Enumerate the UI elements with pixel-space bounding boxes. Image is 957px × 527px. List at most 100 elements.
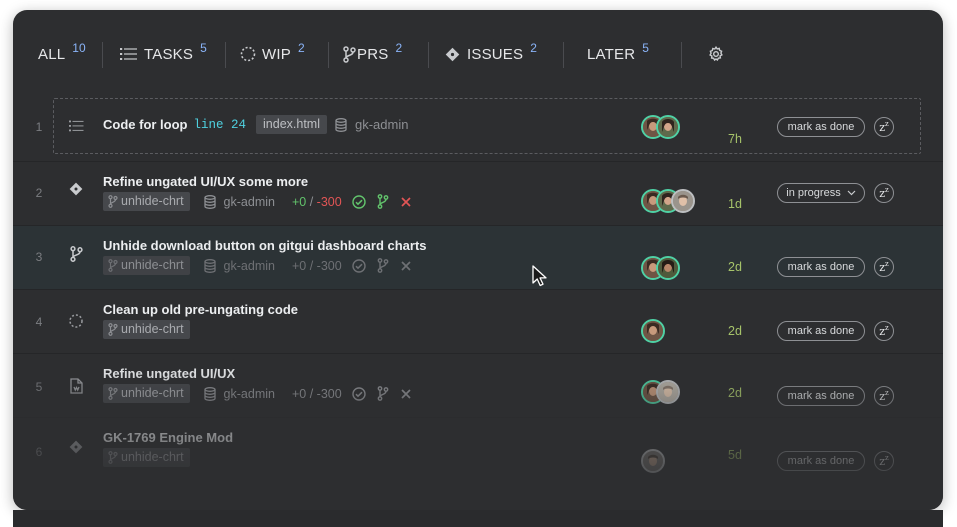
- age-label: 2d: [728, 324, 742, 338]
- branch-icon[interactable]: [377, 194, 389, 209]
- branch-name: unhide-chrt: [121, 450, 184, 464]
- branch-icon: [108, 386, 118, 400]
- branch-chip[interactable]: unhide-chrt: [103, 256, 190, 275]
- focus-view-panel: ALL 10 TASKS 5 WIP 2 PRS 2 ISSUES 2 LATE…: [13, 10, 943, 510]
- diamond-icon: [68, 439, 84, 455]
- tab-tasks[interactable]: TASKS 5: [120, 37, 207, 71]
- row-title: Clean up old pre-ungating code: [103, 302, 298, 317]
- file-code-icon: [68, 378, 84, 394]
- snooze-button[interactable]: zz: [874, 321, 894, 341]
- age-label: 7h: [728, 132, 742, 146]
- age-label: 2d: [728, 260, 742, 274]
- row-meta: unhide-chrt: [103, 320, 190, 339]
- tab-all[interactable]: ALL 10: [38, 37, 86, 71]
- branch-chip[interactable]: unhide-chrt: [103, 192, 190, 211]
- avatar: [641, 319, 665, 343]
- snooze-button[interactable]: zz: [874, 386, 894, 406]
- assignee-avatars[interactable]: [641, 256, 680, 280]
- branch-icon: [108, 258, 118, 272]
- branch-name: unhide-chrt: [121, 322, 184, 336]
- branch-icon[interactable]: [377, 386, 389, 401]
- snooze-button[interactable]: zz: [874, 451, 894, 471]
- close-icon[interactable]: [400, 388, 412, 400]
- database-icon: [203, 386, 216, 401]
- tab-prs[interactable]: PRS 2: [343, 37, 402, 71]
- diff-stat: +0 / -300: [292, 387, 342, 401]
- assignee-avatars[interactable]: [641, 449, 665, 473]
- branch-icon: [108, 450, 118, 464]
- check-circle-icon[interactable]: [351, 194, 366, 209]
- mark-as-done-button[interactable]: mark as done: [777, 386, 865, 406]
- tab-count: 5: [642, 41, 649, 55]
- dotted-circle-icon: [240, 46, 256, 62]
- check-circle-icon[interactable]: [351, 258, 366, 273]
- repo-label: gk-admin: [203, 195, 275, 209]
- gear-icon: [708, 46, 724, 62]
- status-dropdown[interactable]: in progress: [777, 183, 865, 203]
- branch-chip[interactable]: unhide-chrt: [103, 320, 190, 339]
- snooze-icon-sup: z: [885, 454, 889, 462]
- row-number: 5: [35, 380, 43, 394]
- list-item[interactable]: 4 Clean up old pre-ungating code unhide-…: [13, 289, 943, 353]
- list-item[interactable]: 5 Refine ungated UI/UX unhide-chrt gk-ad…: [13, 353, 943, 417]
- assignee-avatars[interactable]: [641, 115, 680, 139]
- branch-chip[interactable]: unhide-chrt: [103, 448, 190, 467]
- tab-issues[interactable]: ISSUES 2: [445, 37, 537, 71]
- snooze-button[interactable]: zz: [874, 183, 894, 203]
- snooze-button[interactable]: zz: [874, 117, 894, 137]
- row-title: Code for loop: [103, 117, 188, 132]
- close-icon[interactable]: [400, 260, 412, 272]
- tab-label: TASKS: [144, 45, 194, 63]
- branch-icon: [68, 246, 84, 262]
- status-label: in progress: [786, 187, 841, 199]
- snooze-button[interactable]: zz: [874, 257, 894, 277]
- branch-chip[interactable]: unhide-chrt: [103, 384, 190, 403]
- close-icon[interactable]: [400, 196, 412, 208]
- repo-label: gk-admin: [335, 117, 408, 132]
- list-item[interactable]: 3 Unhide download button on gitgui dashb…: [13, 225, 943, 289]
- branch-icon[interactable]: [377, 258, 389, 273]
- diff-add: +0: [291, 386, 307, 401]
- assignee-avatars[interactable]: [641, 380, 680, 404]
- mark-as-done-button[interactable]: mark as done: [777, 257, 865, 277]
- tab-count: 2: [395, 41, 403, 55]
- row-number: 4: [35, 315, 43, 329]
- mouse-cursor: [532, 265, 548, 292]
- tab-later[interactable]: LATER 5: [587, 37, 649, 71]
- tab-label: WIP: [262, 45, 291, 63]
- tab-divider: [328, 42, 329, 68]
- row-meta: unhide-chrt gk-admin +0 / -300: [103, 192, 412, 211]
- row-title: Refine ungated UI/UX: [103, 366, 236, 381]
- tab-count: 2: [297, 41, 305, 55]
- list-item[interactable]: 2 Refine ungated UI/UX some more unhide-…: [13, 161, 943, 225]
- repo-name: gk-admin: [223, 386, 275, 401]
- diff-del: -300: [316, 258, 342, 273]
- filter-tabs: ALL 10 TASKS 5 WIP 2 PRS 2 ISSUES 2 LATE…: [13, 37, 943, 71]
- avatar: [656, 256, 680, 280]
- snooze-icon-sup: z: [885, 324, 889, 332]
- settings-button[interactable]: [708, 37, 730, 71]
- tab-label: ISSUES: [467, 45, 524, 63]
- mark-as-done-button[interactable]: mark as done: [777, 451, 865, 471]
- repo-name: gk-admin: [355, 117, 409, 132]
- tab-wip[interactable]: WIP 2: [240, 37, 305, 71]
- check-circle-icon[interactable]: [351, 386, 366, 401]
- row-title: GK-1769 Engine Mod: [103, 430, 234, 445]
- snooze-icon-sup: z: [885, 389, 889, 397]
- assignee-avatars[interactable]: [641, 319, 665, 343]
- age-label: 2d: [728, 386, 742, 400]
- diamond-icon: [68, 181, 84, 197]
- file-chip[interactable]: index.html: [256, 115, 327, 134]
- repo-label: gk-admin: [203, 258, 275, 273]
- snooze-icon-sup: z: [885, 120, 889, 128]
- list-item[interactable]: 6 GK-1769 Engine Mod unhide-chrt 5d mark…: [13, 417, 943, 481]
- mark-as-done-button[interactable]: mark as done: [777, 321, 865, 341]
- row-number: 6: [35, 445, 43, 459]
- diff-sep: /: [306, 194, 317, 209]
- row-number: 1: [35, 120, 43, 134]
- assignee-avatars[interactable]: [641, 189, 695, 213]
- list-item[interactable]: 1 Code for loop line 24 index.html gk-ad…: [13, 95, 943, 159]
- branch-icon: [108, 322, 118, 336]
- database-icon: [203, 258, 216, 273]
- mark-as-done-button[interactable]: mark as done: [777, 117, 865, 137]
